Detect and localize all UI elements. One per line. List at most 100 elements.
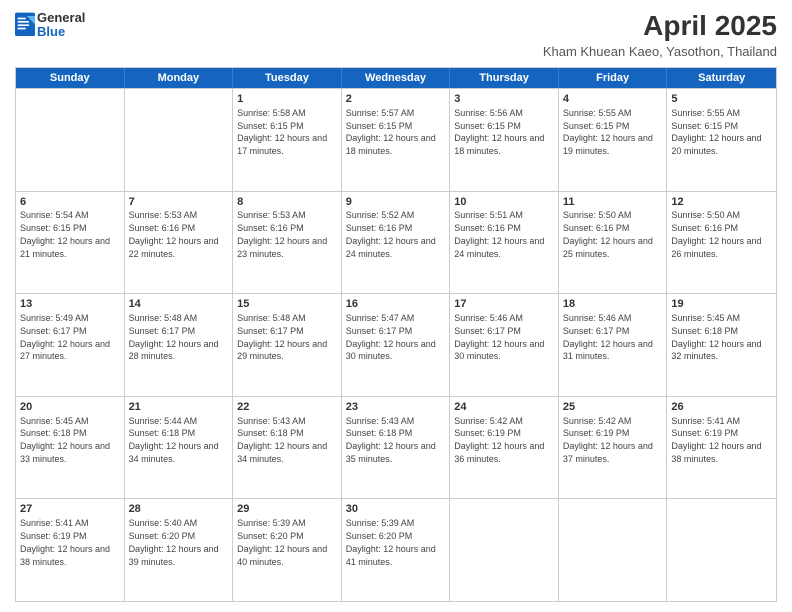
day-number: 9	[346, 195, 446, 210]
main-title: April 2025	[543, 10, 777, 42]
cell-detail: Sunrise: 5:51 AM Sunset: 6:16 PM Dayligh…	[454, 210, 544, 258]
calendar-cell: 13Sunrise: 5:49 AM Sunset: 6:17 PM Dayli…	[16, 294, 125, 396]
cell-detail: Sunrise: 5:45 AM Sunset: 6:18 PM Dayligh…	[671, 313, 761, 361]
logo: General Blue	[15, 10, 85, 40]
day-number: 14	[129, 297, 229, 312]
day-number: 22	[237, 400, 337, 415]
day-number: 2	[346, 92, 446, 107]
calendar-cell: 20Sunrise: 5:45 AM Sunset: 6:18 PM Dayli…	[16, 397, 125, 499]
cell-detail: Sunrise: 5:54 AM Sunset: 6:15 PM Dayligh…	[20, 210, 110, 258]
logo-general-text: General	[37, 11, 85, 25]
day-number: 1	[237, 92, 337, 107]
calendar-cell: 23Sunrise: 5:43 AM Sunset: 6:18 PM Dayli…	[342, 397, 451, 499]
day-number: 29	[237, 502, 337, 517]
calendar-cell: 14Sunrise: 5:48 AM Sunset: 6:17 PM Dayli…	[125, 294, 234, 396]
calendar-cell	[450, 499, 559, 601]
calendar-cell: 18Sunrise: 5:46 AM Sunset: 6:17 PM Dayli…	[559, 294, 668, 396]
calendar-cell: 12Sunrise: 5:50 AM Sunset: 6:16 PM Dayli…	[667, 192, 776, 294]
day-number: 27	[20, 502, 120, 517]
cell-detail: Sunrise: 5:52 AM Sunset: 6:16 PM Dayligh…	[346, 210, 436, 258]
day-number: 20	[20, 400, 120, 415]
calendar-cell: 7Sunrise: 5:53 AM Sunset: 6:16 PM Daylig…	[125, 192, 234, 294]
calendar: SundayMondayTuesdayWednesdayThursdayFrid…	[15, 67, 777, 602]
day-number: 17	[454, 297, 554, 312]
calendar-cell: 28Sunrise: 5:40 AM Sunset: 6:20 PM Dayli…	[125, 499, 234, 601]
logo-blue-text: Blue	[37, 25, 85, 39]
calendar-cell: 8Sunrise: 5:53 AM Sunset: 6:16 PM Daylig…	[233, 192, 342, 294]
cell-detail: Sunrise: 5:45 AM Sunset: 6:18 PM Dayligh…	[20, 416, 110, 464]
calendar-cell: 11Sunrise: 5:50 AM Sunset: 6:16 PM Dayli…	[559, 192, 668, 294]
weekday-header: Thursday	[450, 68, 559, 88]
calendar-cell: 5Sunrise: 5:55 AM Sunset: 6:15 PM Daylig…	[667, 89, 776, 191]
logo-icon	[15, 12, 35, 40]
calendar-cell: 3Sunrise: 5:56 AM Sunset: 6:15 PM Daylig…	[450, 89, 559, 191]
day-number: 30	[346, 502, 446, 517]
calendar-cell: 30Sunrise: 5:39 AM Sunset: 6:20 PM Dayli…	[342, 499, 451, 601]
calendar-cell: 1Sunrise: 5:58 AM Sunset: 6:15 PM Daylig…	[233, 89, 342, 191]
weekday-header: Tuesday	[233, 68, 342, 88]
calendar-row: 20Sunrise: 5:45 AM Sunset: 6:18 PM Dayli…	[16, 396, 776, 499]
day-number: 16	[346, 297, 446, 312]
calendar-header: SundayMondayTuesdayWednesdayThursdayFrid…	[16, 68, 776, 88]
cell-detail: Sunrise: 5:58 AM Sunset: 6:15 PM Dayligh…	[237, 108, 327, 156]
calendar-cell: 4Sunrise: 5:55 AM Sunset: 6:15 PM Daylig…	[559, 89, 668, 191]
weekday-header: Sunday	[16, 68, 125, 88]
cell-detail: Sunrise: 5:53 AM Sunset: 6:16 PM Dayligh…	[237, 210, 327, 258]
cell-detail: Sunrise: 5:41 AM Sunset: 6:19 PM Dayligh…	[20, 518, 110, 566]
day-number: 26	[671, 400, 772, 415]
cell-detail: Sunrise: 5:43 AM Sunset: 6:18 PM Dayligh…	[346, 416, 436, 464]
cell-detail: Sunrise: 5:44 AM Sunset: 6:18 PM Dayligh…	[129, 416, 219, 464]
day-number: 8	[237, 195, 337, 210]
cell-detail: Sunrise: 5:48 AM Sunset: 6:17 PM Dayligh…	[129, 313, 219, 361]
title-block: April 2025 Kham Khuean Kaeo, Yasothon, T…	[543, 10, 777, 59]
cell-detail: Sunrise: 5:55 AM Sunset: 6:15 PM Dayligh…	[563, 108, 653, 156]
cell-detail: Sunrise: 5:56 AM Sunset: 6:15 PM Dayligh…	[454, 108, 544, 156]
calendar-cell	[667, 499, 776, 601]
cell-detail: Sunrise: 5:40 AM Sunset: 6:20 PM Dayligh…	[129, 518, 219, 566]
cell-detail: Sunrise: 5:50 AM Sunset: 6:16 PM Dayligh…	[671, 210, 761, 258]
calendar-cell: 2Sunrise: 5:57 AM Sunset: 6:15 PM Daylig…	[342, 89, 451, 191]
day-number: 4	[563, 92, 663, 107]
weekday-header: Saturday	[667, 68, 776, 88]
weekday-header: Friday	[559, 68, 668, 88]
calendar-cell: 21Sunrise: 5:44 AM Sunset: 6:18 PM Dayli…	[125, 397, 234, 499]
day-number: 13	[20, 297, 120, 312]
calendar-cell: 27Sunrise: 5:41 AM Sunset: 6:19 PM Dayli…	[16, 499, 125, 601]
calendar-cell	[125, 89, 234, 191]
cell-detail: Sunrise: 5:46 AM Sunset: 6:17 PM Dayligh…	[454, 313, 544, 361]
calendar-row: 13Sunrise: 5:49 AM Sunset: 6:17 PM Dayli…	[16, 293, 776, 396]
day-number: 25	[563, 400, 663, 415]
day-number: 12	[671, 195, 772, 210]
calendar-cell: 17Sunrise: 5:46 AM Sunset: 6:17 PM Dayli…	[450, 294, 559, 396]
cell-detail: Sunrise: 5:43 AM Sunset: 6:18 PM Dayligh…	[237, 416, 327, 464]
day-number: 21	[129, 400, 229, 415]
day-number: 3	[454, 92, 554, 107]
cell-detail: Sunrise: 5:39 AM Sunset: 6:20 PM Dayligh…	[346, 518, 436, 566]
calendar-row: 27Sunrise: 5:41 AM Sunset: 6:19 PM Dayli…	[16, 498, 776, 601]
subtitle: Kham Khuean Kaeo, Yasothon, Thailand	[543, 44, 777, 59]
calendar-row: 1Sunrise: 5:58 AM Sunset: 6:15 PM Daylig…	[16, 88, 776, 191]
cell-detail: Sunrise: 5:48 AM Sunset: 6:17 PM Dayligh…	[237, 313, 327, 361]
calendar-cell: 26Sunrise: 5:41 AM Sunset: 6:19 PM Dayli…	[667, 397, 776, 499]
calendar-row: 6Sunrise: 5:54 AM Sunset: 6:15 PM Daylig…	[16, 191, 776, 294]
cell-detail: Sunrise: 5:46 AM Sunset: 6:17 PM Dayligh…	[563, 313, 653, 361]
day-number: 23	[346, 400, 446, 415]
day-number: 18	[563, 297, 663, 312]
day-number: 19	[671, 297, 772, 312]
calendar-cell: 19Sunrise: 5:45 AM Sunset: 6:18 PM Dayli…	[667, 294, 776, 396]
calendar-cell: 22Sunrise: 5:43 AM Sunset: 6:18 PM Dayli…	[233, 397, 342, 499]
day-number: 28	[129, 502, 229, 517]
cell-detail: Sunrise: 5:42 AM Sunset: 6:19 PM Dayligh…	[563, 416, 653, 464]
cell-detail: Sunrise: 5:57 AM Sunset: 6:15 PM Dayligh…	[346, 108, 436, 156]
day-number: 10	[454, 195, 554, 210]
day-number: 7	[129, 195, 229, 210]
calendar-cell: 16Sunrise: 5:47 AM Sunset: 6:17 PM Dayli…	[342, 294, 451, 396]
day-number: 15	[237, 297, 337, 312]
calendar-cell: 6Sunrise: 5:54 AM Sunset: 6:15 PM Daylig…	[16, 192, 125, 294]
cell-detail: Sunrise: 5:39 AM Sunset: 6:20 PM Dayligh…	[237, 518, 327, 566]
calendar-cell: 25Sunrise: 5:42 AM Sunset: 6:19 PM Dayli…	[559, 397, 668, 499]
calendar-cell: 29Sunrise: 5:39 AM Sunset: 6:20 PM Dayli…	[233, 499, 342, 601]
page-header: General Blue April 2025 Kham Khuean Kaeo…	[15, 10, 777, 59]
cell-detail: Sunrise: 5:47 AM Sunset: 6:17 PM Dayligh…	[346, 313, 436, 361]
calendar-cell	[16, 89, 125, 191]
